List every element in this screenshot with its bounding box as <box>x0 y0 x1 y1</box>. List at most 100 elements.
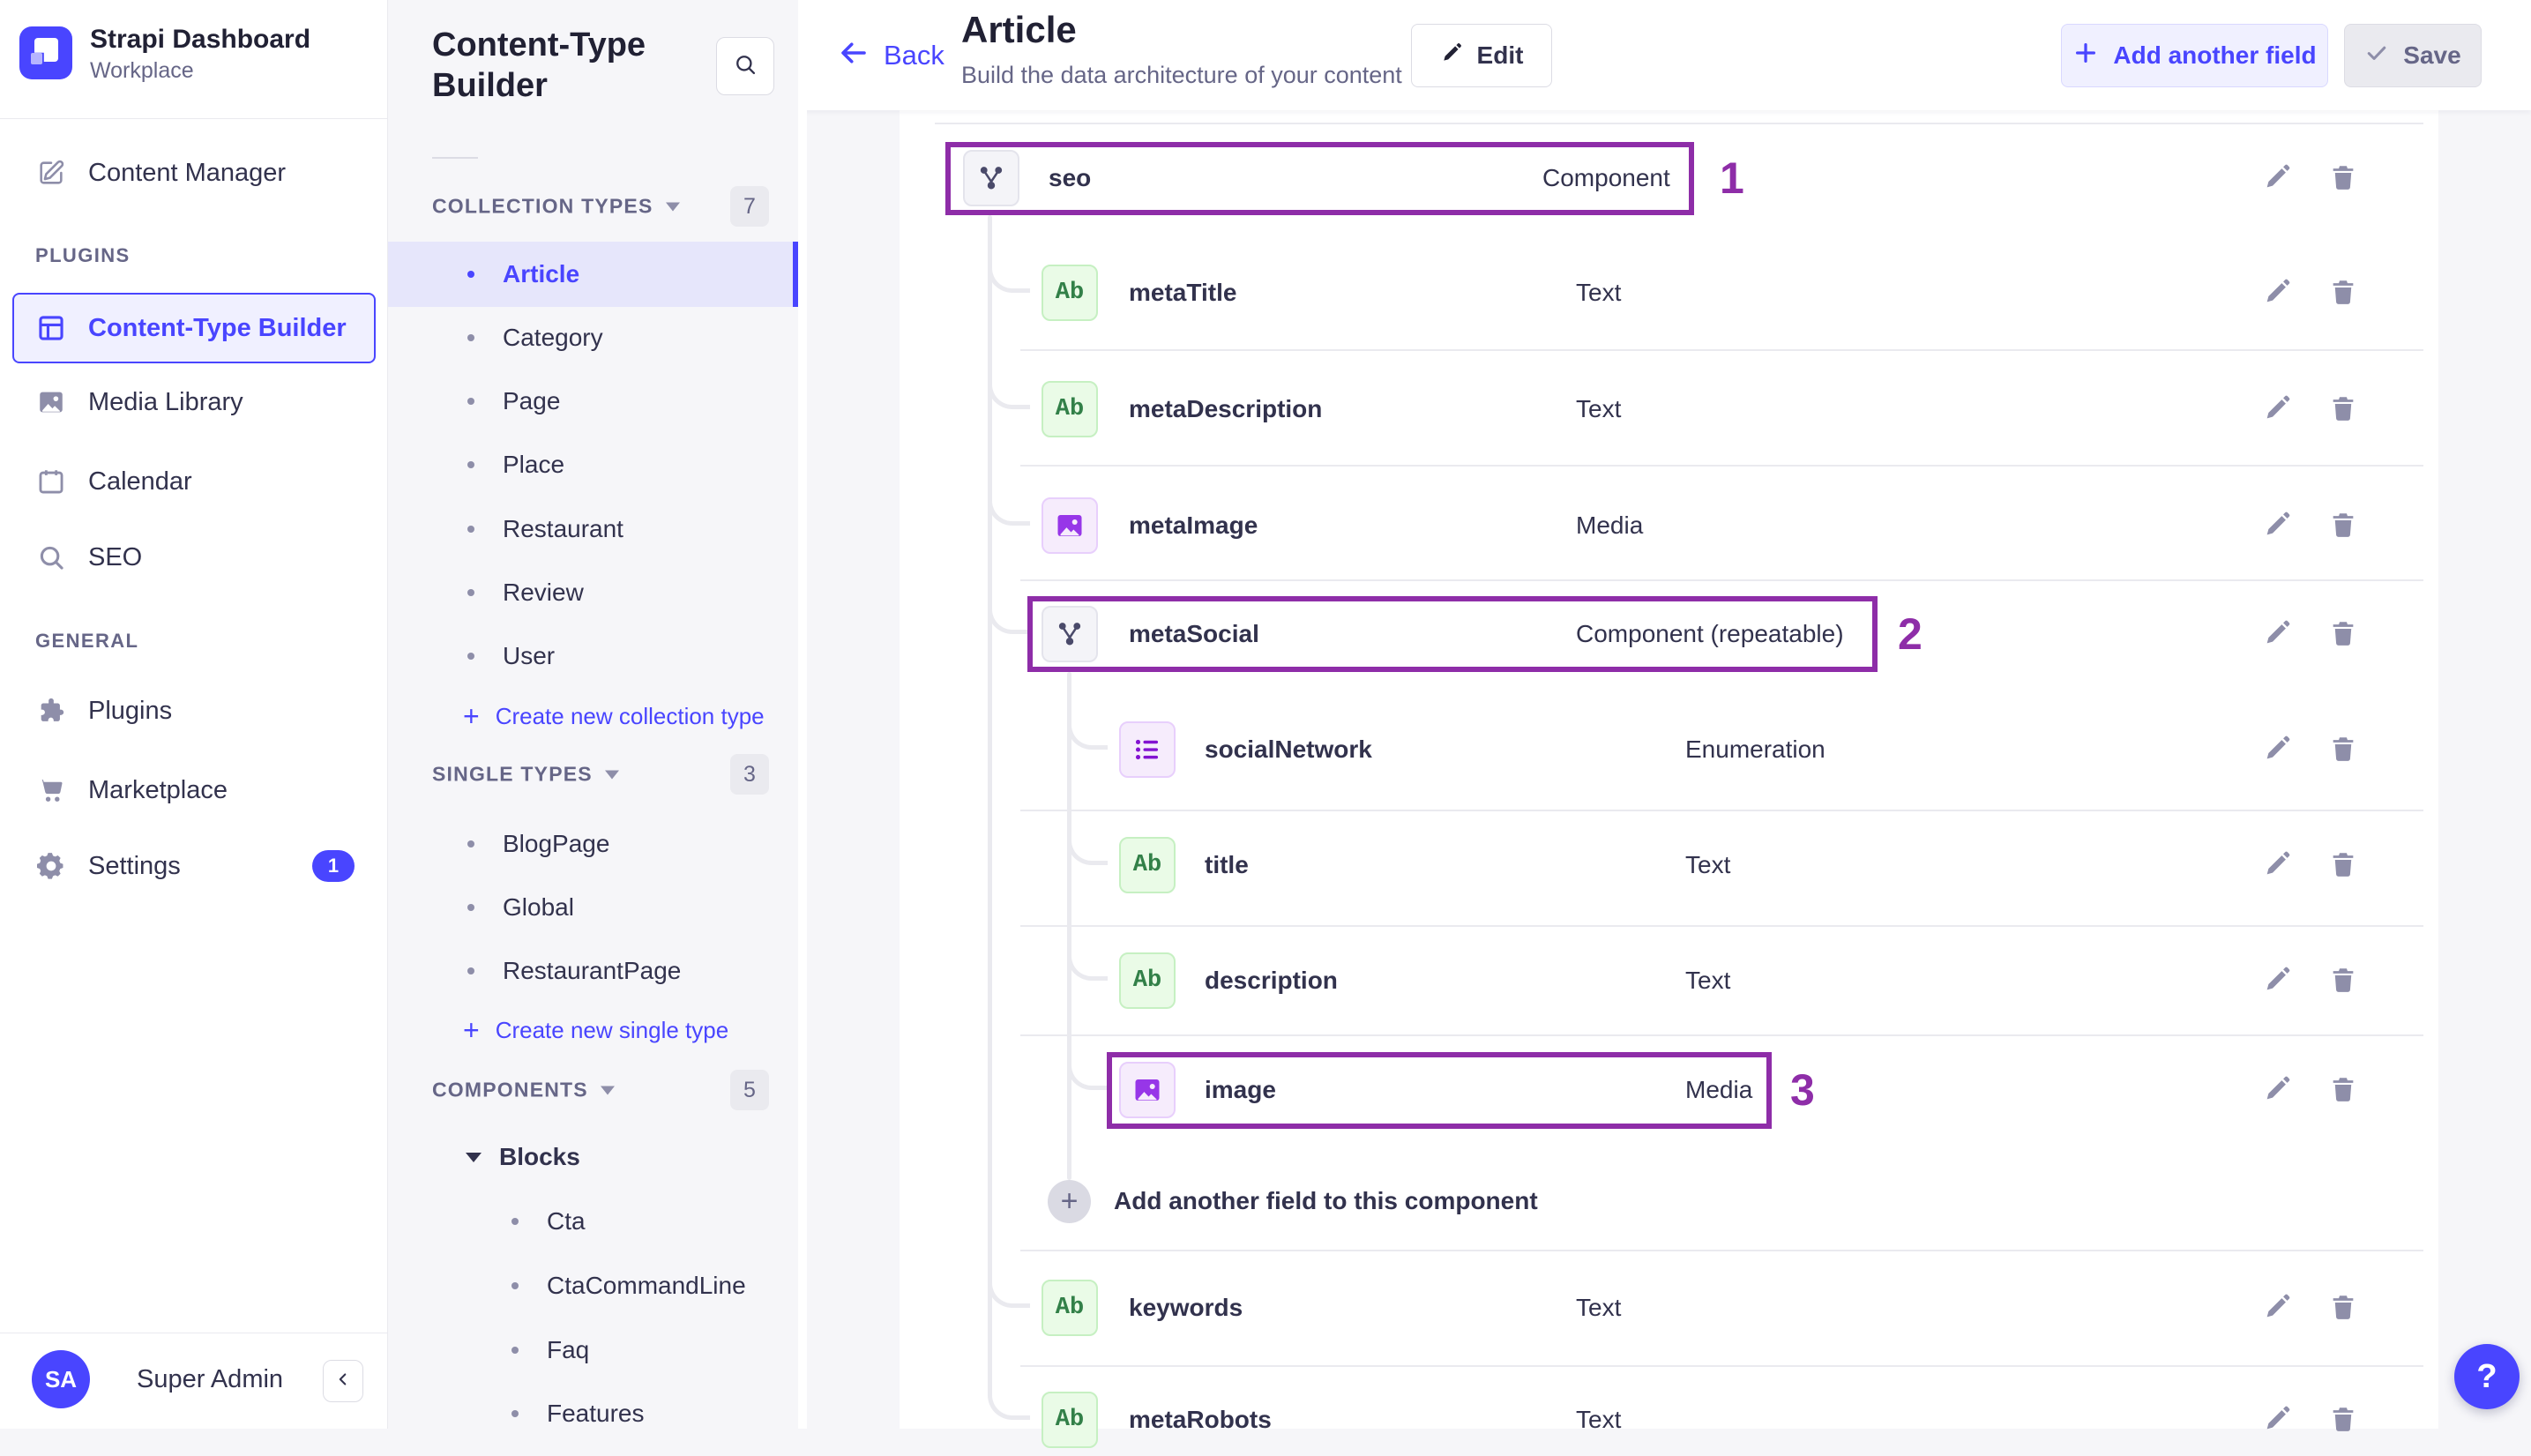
annotation-number-2: 2 <box>1898 609 1923 659</box>
chevron-down-icon <box>466 1152 482 1162</box>
delete-field-button[interactable] <box>2328 393 2360 425</box>
sidebar-item-media-library[interactable]: Media Library <box>35 376 243 429</box>
edit-field-button[interactable] <box>2262 849 2294 881</box>
chevron-down-icon <box>600 1086 615 1094</box>
collapse-sidebar-button[interactable] <box>323 1360 363 1402</box>
sidebar-item-user[interactable]: User <box>388 623 798 689</box>
cart-icon <box>35 774 67 806</box>
section-header-collection-types[interactable]: COLLECTION TYPES <box>432 195 680 219</box>
create-new-link[interactable]: + Create new single type <box>463 1016 728 1044</box>
section-header-label: COMPONENTS <box>432 1078 588 1101</box>
delete-field-button[interactable] <box>2328 277 2360 309</box>
sidebar-item-seo[interactable]: SEO <box>35 531 142 584</box>
field-type: Enumeration <box>1685 735 1825 763</box>
back-button[interactable]: Back <box>838 0 944 110</box>
sidebar-item-cta[interactable]: Cta <box>388 1189 798 1254</box>
field-row-title: Ab title Text <box>900 829 2438 901</box>
sidebar-item-ctacommandline[interactable]: CtaCommandLine <box>388 1253 798 1318</box>
sidebar-item-features[interactable]: Features <box>388 1381 798 1446</box>
sidebar-item-marketplace[interactable]: Marketplace <box>35 764 228 817</box>
field-row-metaImage: metaImage Media <box>900 489 2438 562</box>
sidebar-item-restaurantpage[interactable]: RestaurantPage <box>388 938 798 1004</box>
section-count-badge: 5 <box>730 1070 769 1110</box>
sidebar-item-faq[interactable]: Faq <box>388 1318 798 1383</box>
delete-field-button[interactable] <box>2328 510 2360 541</box>
save-button[interactable]: Save <box>2344 24 2482 87</box>
edit-field-button[interactable] <box>2262 1074 2294 1106</box>
field-type: Text <box>1576 1294 1622 1321</box>
delete-field-button[interactable] <box>2328 618 2360 650</box>
sidebar-item-category[interactable]: Category <box>388 305 798 370</box>
sidebar-item-label: Media Library <box>88 387 243 416</box>
add-another-field-button[interactable]: Add another field <box>2061 24 2328 87</box>
edit-field-button[interactable] <box>2262 162 2294 194</box>
edit-field-button[interactable] <box>2262 618 2294 650</box>
field-type: Media <box>1685 1076 1753 1103</box>
strapi-logo-icon <box>19 26 72 79</box>
sidebar-item-blogpage[interactable]: BlogPage <box>388 811 798 877</box>
chevron-left-icon <box>333 1370 353 1393</box>
field-type: Text <box>1576 395 1622 422</box>
field-row-description: Ab description Text <box>900 945 2438 1017</box>
edit-field-button[interactable] <box>2262 965 2294 997</box>
bullet-icon <box>467 589 474 596</box>
avatar[interactable]: SA <box>32 1350 90 1408</box>
item-label: Review <box>503 579 584 606</box>
edit-field-button[interactable] <box>2262 510 2294 541</box>
sidebar-item-global[interactable]: Global <box>388 875 798 940</box>
text-field-icon: Ab <box>1042 1392 1098 1448</box>
edit-field-button[interactable] <box>2262 1404 2294 1436</box>
app-title: Strapi Dashboard <box>90 25 311 54</box>
sidebar-item-page[interactable]: Page <box>388 369 798 434</box>
sidebar-item-restaurant[interactable]: Restaurant <box>388 497 798 562</box>
bullet-icon <box>511 1218 519 1225</box>
edit-button[interactable]: Edit <box>1411 24 1552 87</box>
edit-field-button[interactable] <box>2262 734 2294 765</box>
field-row-socialNetwork: socialNetwork Enumeration <box>900 713 2438 786</box>
search-button[interactable] <box>716 37 774 95</box>
sidebar-item-article[interactable]: Article <box>388 242 798 307</box>
section-header-components[interactable]: COMPONENTS <box>432 1079 615 1102</box>
delete-field-button[interactable] <box>2328 1074 2360 1106</box>
sidebar-item-label: Content Manager <box>88 158 287 187</box>
user-menu[interactable]: SA Super Admin <box>0 1333 388 1429</box>
sidebar-item-settings[interactable]: Settings <box>35 840 181 892</box>
help-button[interactable]: ? <box>2454 1344 2520 1409</box>
row-divider <box>1020 1250 2423 1251</box>
sidebar-item-plugins[interactable]: Plugins <box>35 684 172 737</box>
sidebar-item-content-manager[interactable]: Content Manager <box>35 146 286 199</box>
delete-field-button[interactable] <box>2328 849 2360 881</box>
edit-field-button[interactable] <box>2262 393 2294 425</box>
add-field-to-component-row[interactable]: + Add another field to this component <box>900 1165 2438 1237</box>
delete-field-button[interactable] <box>2328 734 2360 765</box>
delete-field-button[interactable] <box>2328 1292 2360 1324</box>
plus-icon <box>2072 40 2099 72</box>
scrollbar-gutter[interactable] <box>798 0 807 1429</box>
delete-field-button[interactable] <box>2328 162 2360 194</box>
bullet-icon <box>467 461 474 468</box>
row-divider <box>1020 1365 2423 1367</box>
bullet-icon <box>511 1410 519 1417</box>
edit-field-button[interactable] <box>2262 277 2294 309</box>
row-divider <box>935 123 2423 124</box>
delete-field-button[interactable] <box>2328 965 2360 997</box>
item-label: CtaCommandLine <box>547 1272 746 1299</box>
field-row-metaSocial: metaSocial Component (repeatable) <box>900 598 2438 670</box>
edit-field-button[interactable] <box>2262 1292 2294 1324</box>
media-field-icon <box>1119 1062 1176 1118</box>
pen-square-icon <box>35 157 67 189</box>
sidebar-item-place[interactable]: Place <box>388 432 798 497</box>
component-category-blocks[interactable]: Blocks <box>466 1143 580 1171</box>
delete-field-button[interactable] <box>2328 1404 2360 1436</box>
field-row-metaRobots: Ab metaRobots Text <box>900 1384 2438 1456</box>
sidebar-item-content-type-builder[interactable]: Content-Type Builder <box>35 302 347 355</box>
item-label: BlogPage <box>503 830 610 857</box>
field-row-image: image Media <box>900 1054 2438 1126</box>
create-new-link[interactable]: + Create new collection type <box>463 702 765 730</box>
plus-circle-button[interactable]: + <box>1048 1180 1091 1223</box>
section-header-label: SINGLE TYPES <box>432 762 593 786</box>
sidebar-item-calendar[interactable]: Calendar <box>35 455 192 508</box>
section-header-single-types[interactable]: SINGLE TYPES <box>432 763 619 787</box>
sidebar-item-review[interactable]: Review <box>388 560 798 625</box>
sidebar-item-label: Calendar <box>88 467 192 496</box>
